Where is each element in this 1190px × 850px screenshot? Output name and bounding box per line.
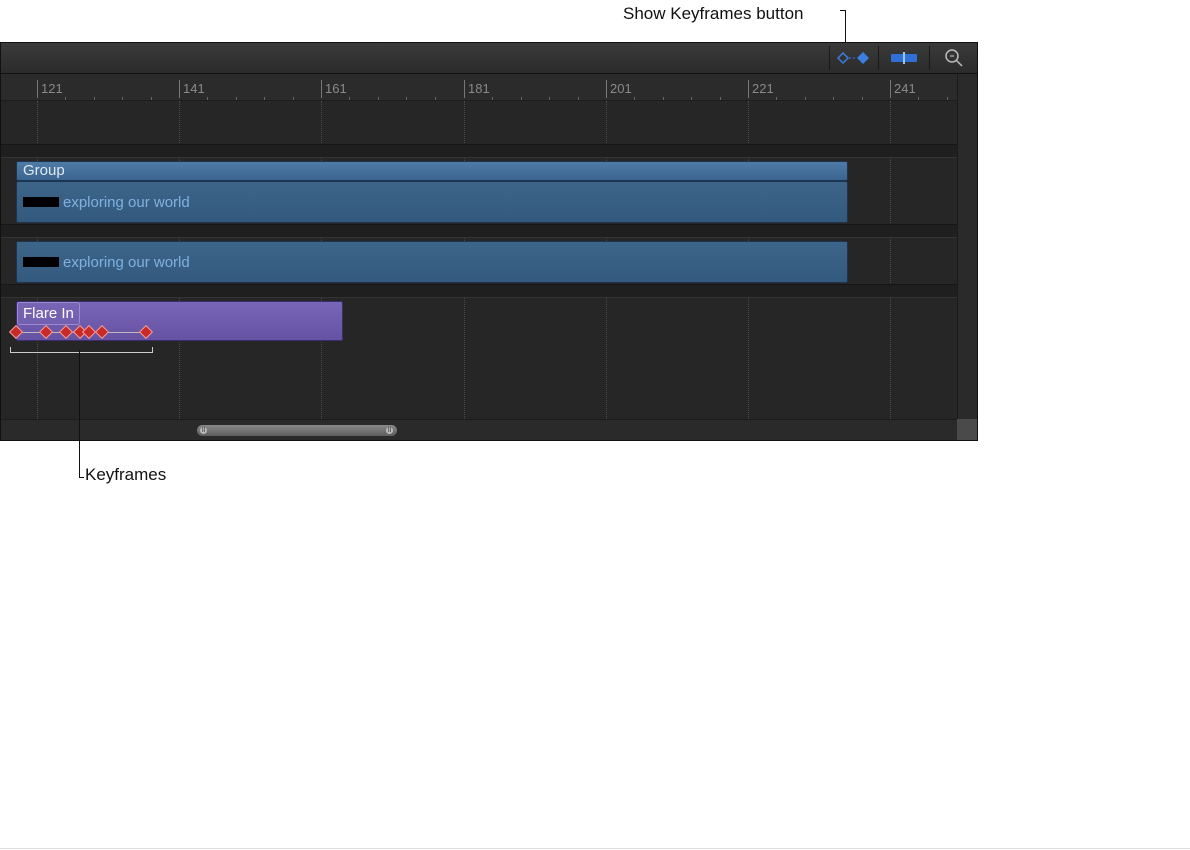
ruler-minor-tick bbox=[406, 97, 408, 100]
layer-thumbnail bbox=[23, 257, 59, 267]
group-layer-bar[interactable]: exploring our world bbox=[16, 181, 848, 223]
ruler-minor-tick bbox=[804, 97, 806, 100]
ruler-minor-tick bbox=[349, 97, 351, 100]
snap-icon bbox=[891, 52, 917, 64]
timeline-ruler[interactable]: 121 141 161 181 201 221 241 bbox=[1, 74, 957, 101]
scroll-thumb[interactable]: ll ll bbox=[197, 425, 397, 436]
ruler-tick-label: 121 bbox=[37, 80, 63, 98]
keyframes-callout-tick bbox=[79, 477, 84, 478]
layer-label: exploring our world bbox=[63, 253, 190, 271]
ruler-minor-tick bbox=[662, 97, 664, 100]
zoom-button[interactable] bbox=[929, 46, 977, 70]
ruler-minor-tick bbox=[150, 97, 152, 100]
ruler-tick-label: 201 bbox=[606, 80, 632, 98]
keyframes-callout-label: Keyframes bbox=[85, 465, 167, 484]
ruler-tick-label: 221 bbox=[748, 80, 774, 98]
show-keyframes-callout-label: Show Keyframes button bbox=[623, 4, 804, 23]
ruler-minor-tick bbox=[377, 97, 379, 100]
ruler-minor-tick bbox=[946, 97, 948, 100]
snap-button[interactable] bbox=[878, 46, 929, 70]
ruler-minor-tick bbox=[861, 97, 863, 100]
ruler-minor-tick bbox=[719, 97, 721, 100]
ruler-minor-tick bbox=[691, 97, 693, 100]
layer-bar[interactable]: exploring our world bbox=[16, 241, 848, 283]
bottom-divider bbox=[0, 848, 1190, 849]
show-keyframes-callout-tick bbox=[840, 10, 846, 11]
ruler-minor-tick bbox=[122, 97, 124, 100]
keyframes-callout-line bbox=[79, 350, 80, 478]
keyframe-diamonds-icon bbox=[837, 51, 869, 65]
keyframes-bracket bbox=[10, 347, 153, 353]
ruler-tick-label: 161 bbox=[321, 80, 347, 98]
timeline-panel: 121 141 161 181 201 221 241 Group explor… bbox=[0, 42, 978, 441]
ruler-tick-label: 181 bbox=[464, 80, 490, 98]
ruler-minor-tick bbox=[833, 97, 835, 100]
zoom-icon bbox=[945, 49, 963, 67]
ruler-minor-tick bbox=[235, 97, 237, 100]
ruler-minor-tick bbox=[65, 97, 67, 100]
ruler-minor-tick bbox=[207, 97, 209, 100]
ruler-minor-tick bbox=[577, 97, 579, 100]
layer-label: exploring our world bbox=[63, 193, 190, 211]
ruler-minor-tick bbox=[549, 97, 551, 100]
track-separator bbox=[1, 224, 957, 238]
ruler-minor-tick bbox=[492, 97, 494, 100]
group-label: Group bbox=[23, 162, 65, 179]
track-separator bbox=[1, 284, 957, 298]
ruler-tick-label: 241 bbox=[890, 80, 916, 98]
ruler-tick-label: 141 bbox=[179, 80, 205, 98]
scroll-corner bbox=[957, 419, 977, 440]
ruler-minor-tick bbox=[434, 97, 436, 100]
group-bar[interactable]: Group bbox=[16, 161, 848, 181]
timeline-toolbar bbox=[1, 43, 977, 74]
ruler-minor-tick bbox=[93, 97, 95, 100]
ruler-minor-tick bbox=[634, 97, 636, 100]
ruler-minor-tick bbox=[520, 97, 522, 100]
behavior-label: Flare In bbox=[17, 302, 80, 325]
ruler-minor-tick bbox=[292, 97, 294, 100]
timeline-tracks: Group exploring our world exploring our … bbox=[1, 101, 957, 419]
show-keyframes-callout-line bbox=[845, 10, 846, 44]
scroll-grip-right[interactable]: ll bbox=[386, 427, 393, 434]
layer-thumbnail bbox=[23, 197, 59, 207]
track-separator bbox=[1, 144, 957, 158]
show-keyframes-button[interactable] bbox=[829, 46, 878, 70]
ruler-minor-tick bbox=[918, 97, 920, 100]
scroll-grip-left[interactable]: ll bbox=[200, 427, 207, 434]
ruler-minor-tick bbox=[264, 97, 266, 100]
horizontal-scrollbar[interactable]: ll ll bbox=[1, 419, 957, 440]
ruler-minor-tick bbox=[776, 97, 778, 100]
vertical-scrollbar[interactable] bbox=[957, 74, 977, 440]
